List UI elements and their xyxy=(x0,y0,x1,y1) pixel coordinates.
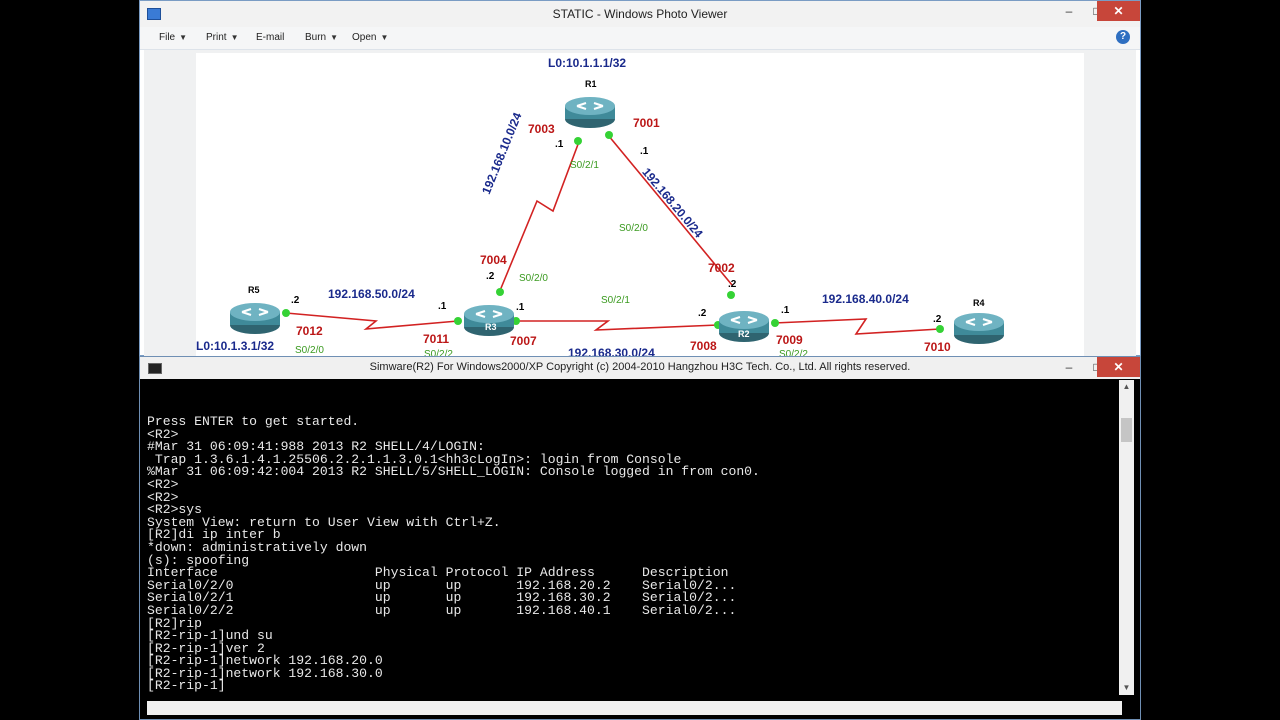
host-id-label: .2 xyxy=(291,295,300,306)
chevron-down-icon: ▼ xyxy=(380,33,389,42)
port-label: 7012 xyxy=(296,324,323,338)
vertical-scrollbar[interactable]: ▲ ▼ xyxy=(1119,380,1134,695)
host-id-label: .2 xyxy=(698,308,707,319)
console-line: <R2> xyxy=(147,476,179,492)
photo-viewer-titlebar[interactable]: STATIC - Windows Photo Viewer – □ ✕ xyxy=(140,1,1140,27)
port-label: 7011 xyxy=(423,332,450,346)
menu-email[interactable]: E-mail xyxy=(256,32,284,43)
host-id-label: .1 xyxy=(516,302,525,313)
port-dot xyxy=(936,325,944,333)
link-r1-r3 xyxy=(498,138,581,294)
close-button[interactable]: ✕ xyxy=(1097,1,1140,21)
console-titlebar[interactable]: Simware(R2) For Windows2000/XP Copyright… xyxy=(140,357,1140,379)
console-line: <R2> xyxy=(147,489,179,505)
topology-image: R1 L0:10.1.1.1/32 R2 R3 R4 R5 L0:10.1.3.… xyxy=(196,53,1084,357)
port-dot xyxy=(574,137,582,145)
router-r1-label: R1 xyxy=(585,79,597,89)
menu-label: Print xyxy=(206,32,227,43)
console-line: [R2-rip-1]network 192.168.30.0 xyxy=(147,665,383,681)
scroll-down-icon[interactable]: ▼ xyxy=(1119,681,1134,695)
port-label: 7010 xyxy=(924,340,951,354)
chevron-down-icon: ▼ xyxy=(330,33,339,42)
router-r5-icon[interactable] xyxy=(229,301,281,335)
interface-label: S0/2/0 xyxy=(295,345,324,356)
port-dot xyxy=(454,317,462,325)
console-line: [R2-rip-1] xyxy=(147,678,226,694)
router-r4-icon[interactable] xyxy=(953,311,1005,345)
console-text: Press ENTER to get started. <R2> #Mar 31 0… xyxy=(147,414,760,694)
port-label: 7007 xyxy=(510,334,537,348)
menu-label: Open xyxy=(352,32,377,43)
interface-label: S0/2/0 xyxy=(619,223,648,234)
scroll-up-icon[interactable]: ▲ xyxy=(1119,380,1134,394)
console-minimize-button[interactable]: – xyxy=(1055,357,1083,377)
network-label: 192.168.50.0/24 xyxy=(328,287,415,301)
help-icon[interactable]: ? xyxy=(1116,30,1130,44)
host-id-label: .2 xyxy=(486,271,495,282)
image-canvas: R1 L0:10.1.1.1/32 R2 R3 R4 R5 L0:10.1.3.… xyxy=(144,50,1136,357)
interface-label: S0/2/1 xyxy=(601,295,630,306)
router-r2-label: R2 xyxy=(738,329,750,339)
port-label: 7009 xyxy=(776,333,803,347)
r1-loopback-label: L0:10.1.1.1/32 xyxy=(548,56,627,70)
network-label: 192.168.40.0/24 xyxy=(822,292,909,306)
port-label: 7003 xyxy=(528,122,555,136)
menu-label: E-mail xyxy=(256,32,285,43)
port-dot xyxy=(605,131,613,139)
host-id-label: .1 xyxy=(555,139,564,150)
port-dot xyxy=(282,309,290,317)
router-r1-icon[interactable] xyxy=(564,95,616,129)
router-r3-label: R3 xyxy=(485,322,497,332)
minimize-button[interactable]: – xyxy=(1055,1,1083,21)
topology-links xyxy=(282,131,944,335)
port-label: 7004 xyxy=(480,253,507,267)
host-id-label: .1 xyxy=(438,301,447,312)
console-close-button[interactable]: ✕ xyxy=(1097,357,1140,377)
console-line: Press ENTER to get started. xyxy=(147,414,360,429)
port-label: 7008 xyxy=(690,339,717,353)
horizontal-scrollbar[interactable] xyxy=(147,701,1122,715)
photo-viewer-menubar: File ▼ Print ▼ E-mail Burn ▼ Open ▼ ? xyxy=(140,27,1140,50)
photo-viewer-window: STATIC - Windows Photo Viewer – □ ✕ File… xyxy=(139,0,1141,357)
host-id-label: .2 xyxy=(933,314,942,325)
menu-print[interactable]: Print ▼ xyxy=(206,32,238,43)
host-id-label: .2 xyxy=(728,279,737,290)
host-id-label: .1 xyxy=(781,305,790,316)
chevron-down-icon: ▼ xyxy=(179,33,188,42)
router-r4-label: R4 xyxy=(973,298,985,308)
port-dot xyxy=(727,291,735,299)
r5-loopback-label: L0:10.1.3.1/32 xyxy=(196,339,275,353)
console-window: Simware(R2) For Windows2000/XP Copyright… xyxy=(139,356,1141,720)
menu-open[interactable]: Open ▼ xyxy=(352,32,388,43)
port-label: 7002 xyxy=(708,261,735,275)
chevron-down-icon: ▼ xyxy=(230,33,239,42)
interface-label: S0/2/0 xyxy=(519,273,548,284)
port-dot xyxy=(771,319,779,327)
menu-label: File xyxy=(159,32,176,43)
router-r5-label: R5 xyxy=(248,285,260,295)
console-line: %Mar 31 06:09:42:004 2013 R2 SHELL/5/SHE… xyxy=(147,464,760,480)
interface-label: S0/2/1 xyxy=(570,160,599,171)
console-line: Serial0/2/2 up up 192.168.40.1 Serial0/2… xyxy=(147,602,737,618)
photo-viewer-title: STATIC - Windows Photo Viewer xyxy=(552,7,728,21)
link-r2-r4 xyxy=(773,318,941,335)
console-title: Simware(R2) For Windows2000/XP Copyright… xyxy=(369,361,911,373)
link-r3-r2 xyxy=(514,320,719,331)
port-dot xyxy=(496,288,504,296)
menu-burn[interactable]: Burn ▼ xyxy=(305,32,338,43)
menu-file[interactable]: File ▼ xyxy=(159,32,187,43)
console-output[interactable]: Press ENTER to get started. <R2> #Mar 31 0… xyxy=(147,380,1118,713)
scrollbar-thumb[interactable] xyxy=(1121,418,1132,442)
menu-label: Burn xyxy=(305,32,327,43)
host-id-label: .1 xyxy=(640,146,649,157)
port-label: 7001 xyxy=(633,116,660,130)
